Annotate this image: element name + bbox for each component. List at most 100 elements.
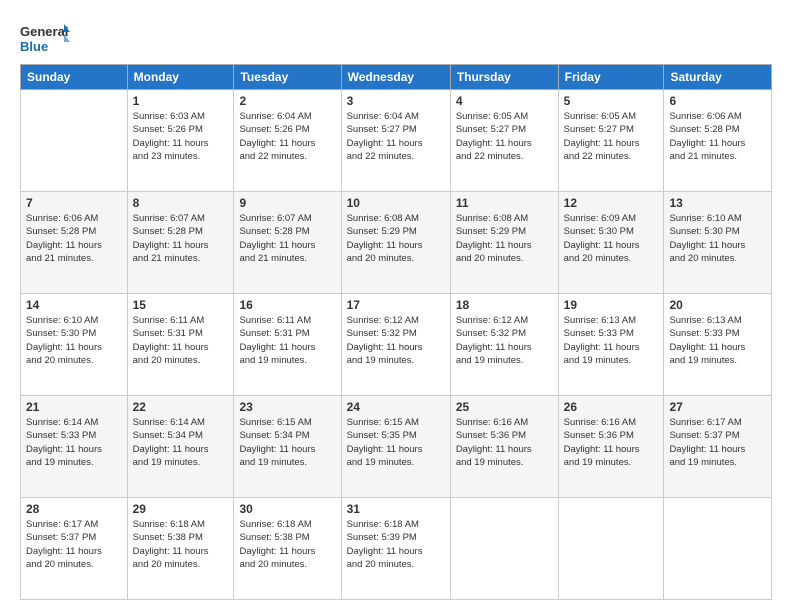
day-info: Sunrise: 6:11 AMSunset: 5:31 PMDaylight:… [239, 314, 335, 367]
day-number: 15 [133, 298, 229, 312]
calendar-week-row: 1 Sunrise: 6:03 AMSunset: 5:26 PMDaylight… [21, 90, 772, 192]
day-info: Sunrise: 6:16 AMSunset: 5:36 PMDaylight:… [564, 416, 659, 469]
calendar-page: General Blue SundayMondayTuesdayWednesda… [0, 0, 792, 612]
day-info: Sunrise: 6:15 AMSunset: 5:35 PMDaylight:… [347, 416, 445, 469]
day-number: 25 [456, 400, 553, 414]
day-number: 18 [456, 298, 553, 312]
day-number: 3 [347, 94, 445, 108]
calendar-cell [664, 498, 772, 600]
calendar-week-row: 7 Sunrise: 6:06 AMSunset: 5:28 PMDaylight… [21, 192, 772, 294]
day-info: Sunrise: 6:06 AMSunset: 5:28 PMDaylight:… [26, 212, 122, 265]
day-number: 8 [133, 196, 229, 210]
day-number: 23 [239, 400, 335, 414]
calendar-cell: 6 Sunrise: 6:06 AMSunset: 5:28 PMDaylight… [664, 90, 772, 192]
calendar-cell: 11 Sunrise: 6:08 AMSunset: 5:29 PMDayligh… [450, 192, 558, 294]
calendar-cell: 16 Sunrise: 6:11 AMSunset: 5:31 PMDayligh… [234, 294, 341, 396]
day-number: 10 [347, 196, 445, 210]
day-info: Sunrise: 6:04 AMSunset: 5:27 PMDaylight:… [347, 110, 445, 163]
calendar-cell [558, 498, 664, 600]
calendar-cell: 25 Sunrise: 6:16 AMSunset: 5:36 PMDayligh… [450, 396, 558, 498]
day-number: 1 [133, 94, 229, 108]
day-info: Sunrise: 6:08 AMSunset: 5:29 PMDaylight:… [456, 212, 553, 265]
svg-text:Blue: Blue [20, 39, 48, 54]
day-number: 21 [26, 400, 122, 414]
days-header-row: SundayMondayTuesdayWednesdayThursdayFrid… [21, 65, 772, 90]
day-number: 16 [239, 298, 335, 312]
calendar-cell: 3 Sunrise: 6:04 AMSunset: 5:27 PMDaylight… [341, 90, 450, 192]
calendar-cell: 8 Sunrise: 6:07 AMSunset: 5:28 PMDaylight… [127, 192, 234, 294]
calendar-cell: 18 Sunrise: 6:12 AMSunset: 5:32 PMDayligh… [450, 294, 558, 396]
calendar-week-row: 28 Sunrise: 6:17 AMSunset: 5:37 PMDayligh… [21, 498, 772, 600]
day-number: 17 [347, 298, 445, 312]
calendar-cell: 12Sunrise: 6:09 AMSunset: 5:30 PMDayligh… [558, 192, 664, 294]
day-info: Sunrise: 6:06 AMSunset: 5:28 PMDaylight:… [669, 110, 766, 163]
calendar-cell: 19 Sunrise: 6:13 AMSunset: 5:33 PMDayligh… [558, 294, 664, 396]
day-info: Sunrise: 6:12 AMSunset: 5:32 PMDaylight:… [456, 314, 553, 367]
calendar-cell: 26 Sunrise: 6:16 AMSunset: 5:36 PMDayligh… [558, 396, 664, 498]
day-number: 12 [564, 196, 659, 210]
day-of-week-header: Sunday [21, 65, 128, 90]
day-info: Sunrise: 6:18 AMSunset: 5:39 PMDaylight:… [347, 518, 445, 571]
day-info: Sunrise: 6:07 AMSunset: 5:28 PMDaylight:… [239, 212, 335, 265]
day-of-week-header: Wednesday [341, 65, 450, 90]
day-number: 4 [456, 94, 553, 108]
day-info: Sunrise: 6:18 AMSunset: 5:38 PMDaylight:… [133, 518, 229, 571]
calendar-table: SundayMondayTuesdayWednesdayThursdayFrid… [20, 64, 772, 600]
day-number: 6 [669, 94, 766, 108]
day-number: 26 [564, 400, 659, 414]
day-number: 24 [347, 400, 445, 414]
calendar-cell: 23Sunrise: 6:15 AMSunset: 5:34 PMDayligh… [234, 396, 341, 498]
calendar-cell: 27 Sunrise: 6:17 AMSunset: 5:37 PMDayligh… [664, 396, 772, 498]
day-number: 20 [669, 298, 766, 312]
day-info: Sunrise: 6:11 AMSunset: 5:31 PMDaylight:… [133, 314, 229, 367]
calendar-cell: 1 Sunrise: 6:03 AMSunset: 5:26 PMDaylight… [127, 90, 234, 192]
day-number: 13 [669, 196, 766, 210]
day-number: 30 [239, 502, 335, 516]
day-info: Sunrise: 6:14 AMSunset: 5:33 PMDaylight:… [26, 416, 122, 469]
calendar-cell: 17 Sunrise: 6:12 AMSunset: 5:32 PMDayligh… [341, 294, 450, 396]
day-info: Sunrise: 6:17 AMSunset: 5:37 PMDaylight:… [669, 416, 766, 469]
calendar-cell: 24 Sunrise: 6:15 AMSunset: 5:35 PMDayligh… [341, 396, 450, 498]
day-info: Sunrise: 6:04 AMSunset: 5:26 PMDaylight:… [239, 110, 335, 163]
calendar-cell [450, 498, 558, 600]
day-number: 9 [239, 196, 335, 210]
day-info: Sunrise: 6:16 AMSunset: 5:36 PMDaylight:… [456, 416, 553, 469]
day-info: Sunrise: 6:07 AMSunset: 5:28 PMDaylight:… [133, 212, 229, 265]
day-number: 27 [669, 400, 766, 414]
day-info: Sunrise: 6:12 AMSunset: 5:32 PMDaylight:… [347, 314, 445, 367]
day-info: Sunrise: 6:03 AMSunset: 5:26 PMDaylight:… [133, 110, 229, 163]
day-info: Sunrise: 6:14 AMSunset: 5:34 PMDaylight:… [133, 416, 229, 469]
day-info: Sunrise: 6:17 AMSunset: 5:37 PMDaylight:… [26, 518, 122, 571]
calendar-cell: 20 Sunrise: 6:13 AMSunset: 5:33 PMDayligh… [664, 294, 772, 396]
logo-svg: General Blue [20, 20, 70, 58]
calendar-cell: 15 Sunrise: 6:11 AMSunset: 5:31 PMDayligh… [127, 294, 234, 396]
day-number: 2 [239, 94, 335, 108]
page-header: General Blue [20, 16, 772, 58]
day-number: 14 [26, 298, 122, 312]
day-number: 19 [564, 298, 659, 312]
day-of-week-header: Thursday [450, 65, 558, 90]
calendar-cell: 5Sunrise: 6:05 AMSunset: 5:27 PMDaylight… [558, 90, 664, 192]
day-number: 28 [26, 502, 122, 516]
day-info: Sunrise: 6:13 AMSunset: 5:33 PMDaylight:… [669, 314, 766, 367]
svg-text:General: General [20, 24, 68, 39]
calendar-cell [21, 90, 128, 192]
calendar-cell: 30 Sunrise: 6:18 AMSunset: 5:38 PMDayligh… [234, 498, 341, 600]
day-of-week-header: Friday [558, 65, 664, 90]
day-number: 7 [26, 196, 122, 210]
calendar-cell: 31 Sunrise: 6:18 AMSunset: 5:39 PMDayligh… [341, 498, 450, 600]
day-info: Sunrise: 6:10 AMSunset: 5:30 PMDaylight:… [26, 314, 122, 367]
day-number: 11 [456, 196, 553, 210]
day-info: Sunrise: 6:10 AMSunset: 5:30 PMDaylight:… [669, 212, 766, 265]
calendar-cell: 13 Sunrise: 6:10 AMSunset: 5:30 PMDayligh… [664, 192, 772, 294]
day-number: 31 [347, 502, 445, 516]
calendar-cell: 2 Sunrise: 6:04 AMSunset: 5:26 PMDaylight… [234, 90, 341, 192]
day-number: 22 [133, 400, 229, 414]
day-info: Sunrise: 6:08 AMSunset: 5:29 PMDaylight:… [347, 212, 445, 265]
day-info: Sunrise: 6:13 AMSunset: 5:33 PMDaylight:… [564, 314, 659, 367]
logo: General Blue [20, 20, 70, 58]
day-of-week-header: Tuesday [234, 65, 341, 90]
day-of-week-header: Monday [127, 65, 234, 90]
day-info: Sunrise: 6:18 AMSunset: 5:38 PMDaylight:… [239, 518, 335, 571]
calendar-cell: 4Sunrise: 6:05 AMSunset: 5:27 PMDaylight… [450, 90, 558, 192]
